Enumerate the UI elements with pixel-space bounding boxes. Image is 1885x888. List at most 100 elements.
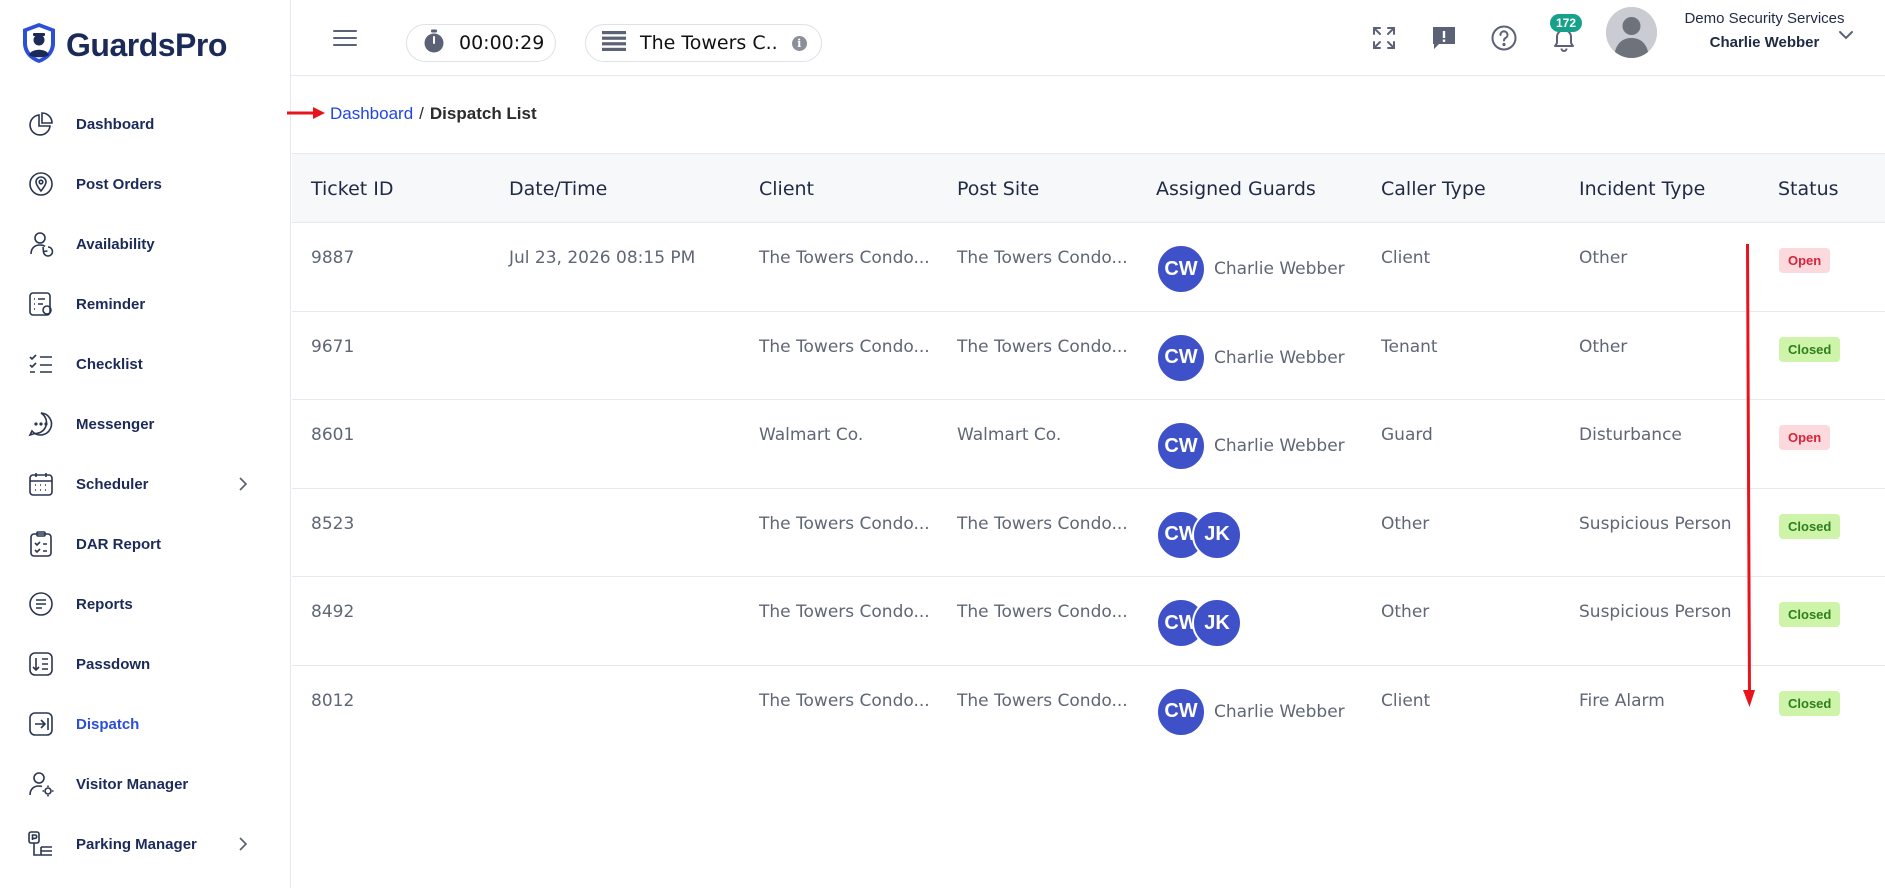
info-icon[interactable]: i [791, 35, 807, 51]
breadcrumb-current: Dispatch List [429, 104, 537, 123]
assigned-guards: CW JK [1156, 509, 1242, 560]
column-header-caller-type[interactable]: Caller Type [1381, 178, 1486, 200]
guard-avatar[interactable]: CW [1156, 244, 1206, 294]
chevron-right-icon[interactable] [233, 834, 253, 854]
building-list-icon [602, 30, 626, 57]
column-header-post-site[interactable]: Post Site [957, 178, 1039, 200]
table-row[interactable]: 9671 The Towers Condo... The Towers Cond… [292, 312, 1885, 400]
assigned-guards: CW Charlie Webber [1156, 244, 1345, 294]
chevron-down-icon[interactable] [1837, 26, 1855, 44]
annotation-arrow-down [1743, 243, 1755, 707]
sidebar-item-label: Parking Manager [76, 835, 197, 853]
breadcrumb-dashboard-link[interactable]: Dashboard [330, 104, 413, 124]
sidebar-item-dispatch[interactable]: Dispatch [0, 694, 291, 754]
sidebar-nav: Dashboard Post Orders Availability Remin… [0, 94, 291, 874]
logo-text: GuardsPro [66, 26, 227, 63]
guard-avatar[interactable]: JK [1192, 509, 1242, 560]
ticket-id: 9671 [311, 336, 355, 357]
incident-type: Suspicious Person [1579, 602, 1732, 622]
site-name: The Towers C.. [640, 32, 778, 54]
sidebar-item-post-orders[interactable]: Post Orders [0, 154, 291, 214]
sidebar-item-label: Scheduler [76, 475, 149, 493]
assigned-guards: CW Charlie Webber [1156, 686, 1345, 737]
caller-type: Tenant [1381, 336, 1438, 357]
reminder-list-icon [26, 289, 56, 319]
chat-bubble-icon [26, 409, 56, 439]
sidebar-item-messenger[interactable]: Messenger [0, 394, 291, 454]
caller-type: Other [1381, 602, 1430, 622]
post-site-name: The Towers Condo... [957, 602, 1128, 622]
client-name: The Towers Condo... [759, 248, 930, 268]
table-row[interactable]: 8523 The Towers Condo... The Towers Cond… [292, 489, 1885, 577]
guard-name: Charlie Webber [1214, 436, 1345, 456]
guard-avatar[interactable]: CW [1156, 421, 1206, 471]
sidebar-item-passdown[interactable]: Passdown [0, 634, 291, 694]
user-clock-icon [26, 229, 56, 259]
client-name: Walmart Co. [759, 425, 864, 445]
post-site-name: Walmart Co. [957, 425, 1062, 445]
caller-type: Client [1381, 248, 1431, 268]
dispatch-arrow-icon [26, 709, 56, 739]
incident-type: Disturbance [1579, 425, 1682, 445]
sidebar-item-label: Reminder [76, 295, 146, 313]
client-name: The Towers Condo... [759, 690, 930, 711]
post-site-name: The Towers Condo... [957, 248, 1128, 268]
sidebar-item-availability[interactable]: Availability [0, 214, 291, 274]
guard-avatar[interactable]: CW [1156, 686, 1206, 737]
logo[interactable]: GuardsPro [20, 22, 227, 68]
guard-name: Charlie Webber [1214, 347, 1345, 368]
column-header-incident-type[interactable]: Incident Type [1579, 178, 1705, 200]
site-selector[interactable]: The Towers C.. i [585, 24, 822, 62]
column-header-ticket-id[interactable]: Ticket ID [311, 178, 394, 200]
feedback-icon[interactable] [1428, 22, 1460, 54]
sidebar-item-scheduler[interactable]: Scheduler [0, 454, 291, 514]
incident-type: Suspicious Person [1579, 513, 1732, 534]
caller-type: Guard [1381, 425, 1433, 445]
table-header: Ticket ID Date/Time Client Post Site Ass… [292, 153, 1885, 223]
column-header-client[interactable]: Client [759, 178, 814, 200]
user-name: Charlie Webber [1709, 34, 1820, 51]
status-badge: Open [1779, 248, 1831, 273]
column-header-datetime[interactable]: Date/Time [509, 178, 607, 200]
assigned-guards: CW JK [1156, 598, 1242, 648]
sidebar-item-parking-manager[interactable]: Parking Manager [0, 814, 291, 874]
caller-type: Other [1381, 513, 1430, 534]
sidebar-item-visitor-manager[interactable]: Visitor Manager [0, 754, 291, 814]
status-badge: Closed [1779, 690, 1841, 716]
sidebar-item-label: DAR Report [76, 535, 161, 553]
sidebar-item-dashboard[interactable]: Dashboard [0, 94, 291, 154]
client-name: The Towers Condo... [759, 602, 930, 622]
ticket-id: 8492 [311, 602, 355, 622]
clipboard-check-icon [26, 529, 56, 559]
guard-avatar[interactable]: CW [1156, 332, 1206, 383]
guard-avatar[interactable]: JK [1192, 598, 1242, 648]
incident-type: Fire Alarm [1579, 690, 1665, 711]
status-badge: Closed [1779, 336, 1841, 362]
column-header-assigned-guards[interactable]: Assigned Guards [1156, 178, 1316, 200]
table-row[interactable]: 8012 The Towers Condo... The Towers Cond… [292, 666, 1885, 755]
table-row[interactable]: 9887 Jul 23, 2026 08:15 PM The Towers Co… [292, 223, 1885, 312]
company-name: Demo Security Services [1684, 10, 1845, 27]
stopwatch-icon [423, 29, 445, 58]
date-time: Jul 23, 2026 08:15 PM [509, 248, 696, 268]
column-header-status[interactable]: Status [1778, 178, 1839, 200]
sidebar-item-reminder[interactable]: Reminder [0, 274, 291, 334]
post-site-name: The Towers Condo... [957, 336, 1128, 357]
help-icon[interactable] [1488, 22, 1520, 54]
chevron-right-icon[interactable] [233, 474, 253, 494]
fullscreen-icon[interactable] [1368, 22, 1400, 54]
user-avatar[interactable] [1606, 7, 1657, 58]
hamburger-menu-icon[interactable] [333, 28, 359, 48]
status-badge: Open [1779, 425, 1831, 450]
table-row[interactable]: 8492 The Towers Condo... The Towers Cond… [292, 577, 1885, 666]
sidebar-item-dar-report[interactable]: DAR Report [0, 514, 291, 574]
sidebar-item-reports[interactable]: Reports [0, 574, 291, 634]
table-row[interactable]: 8601 Walmart Co. Walmart Co. CW Charlie … [292, 400, 1885, 489]
sidebar-item-checklist[interactable]: Checklist [0, 334, 291, 394]
location-pin-icon [26, 169, 56, 199]
incident-type: Other [1579, 336, 1628, 357]
notification-count-badge: 172 [1550, 14, 1582, 32]
sidebar-item-label: Post Orders [76, 175, 162, 193]
sidebar-item-label: Checklist [76, 355, 143, 373]
shift-timer[interactable]: 00:00:29 [406, 24, 556, 62]
